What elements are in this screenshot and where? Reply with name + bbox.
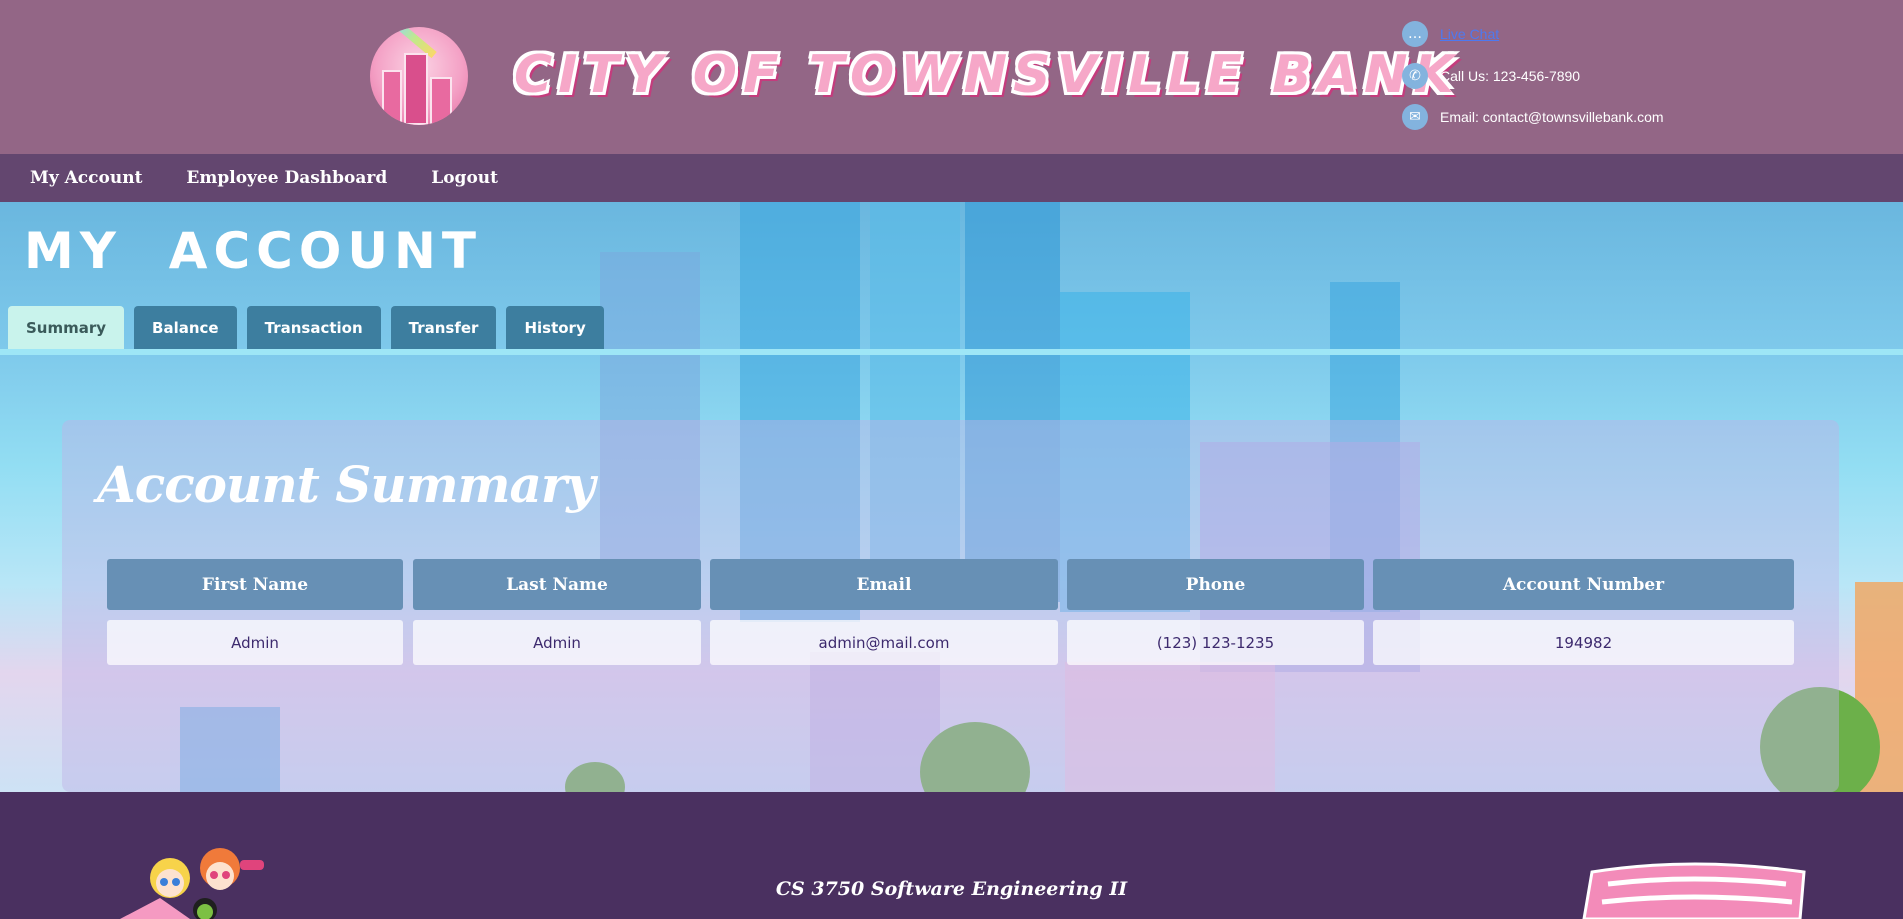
powerpuff-girls-logo: [1582, 862, 1806, 919]
cell-account-number: 194982: [1373, 620, 1794, 665]
tab-history[interactable]: History: [506, 306, 604, 349]
envelope-icon: ✉: [1402, 104, 1428, 130]
nav-logout[interactable]: Logout: [431, 168, 498, 188]
col-header-account-number: Account Number: [1373, 559, 1794, 610]
contact-email: ✉ Email: contact@townsvillebank.com: [1402, 104, 1664, 130]
phone-icon: ✆: [1402, 63, 1428, 89]
live-chat-link[interactable]: Live Chat: [1440, 26, 1499, 42]
cell-email: admin@mail.com: [710, 620, 1058, 665]
logo-building: [404, 53, 428, 125]
page-title: MY ACCOUNT: [24, 222, 482, 280]
site-header: City of Townsville Bank … Live Chat ✆ Ca…: [0, 0, 1903, 154]
tab-underline: [0, 349, 1903, 355]
bank-logo[interactable]: [370, 27, 468, 125]
nav-my-account[interactable]: My Account: [30, 168, 142, 188]
tab-summary[interactable]: Summary: [8, 306, 125, 349]
summary-title: Account Summary: [97, 455, 595, 514]
cell-first-name: Admin: [107, 620, 403, 665]
chat-bubble-icon: …: [1402, 21, 1428, 47]
bank-title: City of Townsville Bank: [514, 45, 1460, 105]
nav-employee-dashboard[interactable]: Employee Dashboard: [186, 168, 387, 188]
tab-transfer[interactable]: Transfer: [390, 306, 497, 349]
tab-transaction[interactable]: Transaction: [246, 306, 381, 349]
cell-phone: (123) 123-1235: [1067, 620, 1364, 665]
cell-last-name: Admin: [413, 620, 701, 665]
logo-building: [430, 77, 452, 125]
logo-building: [382, 70, 402, 125]
contact-chat: … Live Chat: [1402, 21, 1499, 47]
tab-balance[interactable]: Balance: [134, 306, 237, 349]
email-text: Email: contact@townsvillebank.com: [1440, 109, 1664, 125]
col-header-phone: Phone: [1067, 559, 1364, 610]
main-nav: My Account Employee Dashboard Logout: [0, 154, 1903, 202]
account-tabs: Summary Balance Transaction Transfer His…: [8, 306, 614, 349]
contact-phone: ✆ Call Us: 123-456-7890: [1402, 63, 1580, 89]
col-header-last-name: Last Name: [413, 559, 701, 610]
col-header-email: Email: [710, 559, 1058, 610]
col-header-first-name: First Name: [107, 559, 403, 610]
phone-text: Call Us: 123-456-7890: [1440, 68, 1581, 84]
